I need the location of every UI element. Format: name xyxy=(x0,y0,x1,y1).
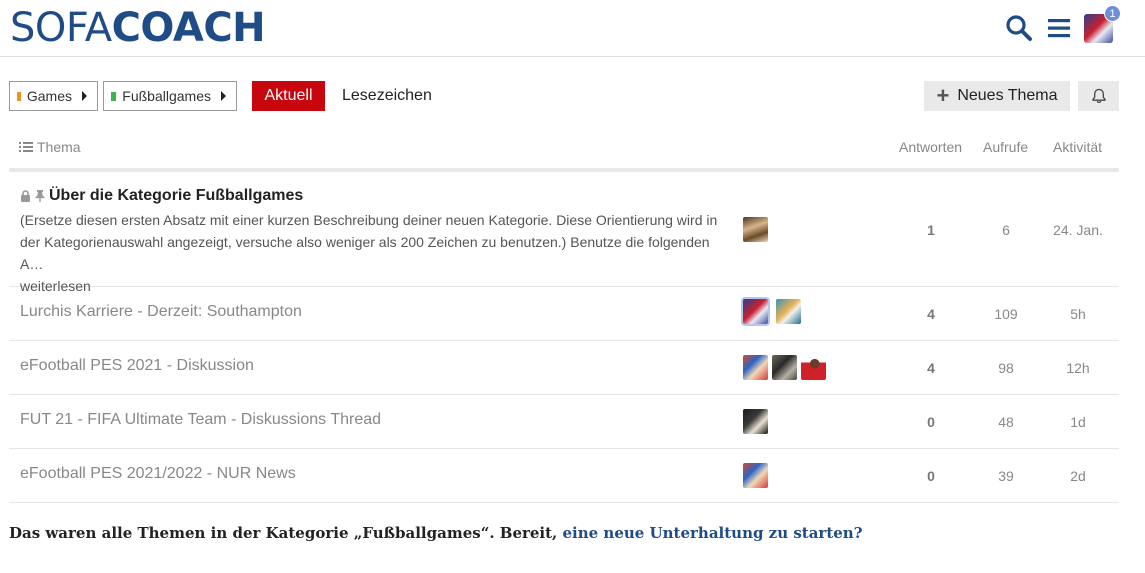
column-header-views[interactable]: Aufrufe xyxy=(983,139,1028,155)
new-topic-label: Neues Thema xyxy=(957,87,1058,104)
poster-avatar[interactable] xyxy=(743,409,768,434)
views-count: 109 xyxy=(994,306,1018,322)
caret-right-icon xyxy=(221,91,226,101)
new-topic-button[interactable]: + Neues Thema xyxy=(924,81,1070,111)
site-logo[interactable]: SOFACOACH xyxy=(10,5,266,51)
poster-avatar[interactable] xyxy=(772,355,797,380)
breadcrumb-games[interactable]: Games xyxy=(9,81,98,111)
topic-row: FUT 21 - FIFA Ultimate Team - Diskussion… xyxy=(9,395,1119,449)
posters xyxy=(743,217,768,242)
end-of-topics-message: Das waren alle Themen in der Kategorie „… xyxy=(9,524,863,542)
topic-row: Lurchis Karriere - Derzeit: Southampton … xyxy=(9,287,1119,341)
topic-row: eFootball PES 2021 - Diskussion 4 98 12h xyxy=(9,341,1119,395)
hamburger-menu-icon[interactable] xyxy=(1046,14,1074,42)
poster-avatar[interactable] xyxy=(743,299,768,324)
topic-row: eFootball PES 2021/2022 - NUR News 0 39 … xyxy=(9,449,1119,503)
views-count: 39 xyxy=(998,468,1014,484)
pinned-topic-excerpt: (Ersetze diesen ersten Absatz mit einer … xyxy=(20,209,736,297)
search-icon[interactable] xyxy=(1005,14,1033,42)
logo-part-2: COACH xyxy=(111,5,266,51)
poster-avatar[interactable] xyxy=(776,299,801,324)
topic-title-link[interactable]: FUT 21 - FIFA Ultimate Team - Diskussion… xyxy=(20,411,381,429)
breadcrumb-fussballgames[interactable]: Fußballgames xyxy=(103,81,237,111)
column-header-topic[interactable]: Thema xyxy=(19,139,81,155)
activity-time[interactable]: 1d xyxy=(1049,414,1107,430)
lock-icon xyxy=(21,190,30,202)
replies-count[interactable]: 0 xyxy=(905,468,957,484)
activity-time[interactable]: 2d xyxy=(1049,468,1107,484)
column-header-replies[interactable]: Antworten xyxy=(899,139,962,155)
topic-row-pinned: Über die Kategorie Fußballgames (Ersetze… xyxy=(9,172,1119,294)
replies-count[interactable]: 4 xyxy=(905,306,957,322)
posters xyxy=(743,463,768,488)
views-count: 48 xyxy=(998,414,1014,430)
column-header-topic-label: Thema xyxy=(37,139,81,155)
replies-count[interactable]: 1 xyxy=(905,222,957,238)
category-color-square xyxy=(111,91,117,101)
pin-icon xyxy=(35,190,45,202)
excerpt-text: (Ersetze diesen ersten Absatz mit einer … xyxy=(20,212,718,272)
activity-time[interactable]: 12h xyxy=(1049,360,1107,376)
category-color-square xyxy=(17,91,21,101)
caret-right-icon xyxy=(82,91,87,101)
views-count: 98 xyxy=(998,360,1014,376)
notification-level-button[interactable] xyxy=(1078,81,1119,111)
list-icon xyxy=(19,142,33,152)
start-conversation-link[interactable]: eine neue Unterhaltung zu starten? xyxy=(563,524,863,542)
pinned-topic-title-link[interactable]: Über die Kategorie Fußballgames xyxy=(20,187,303,205)
bell-icon xyxy=(1091,88,1106,104)
breadcrumb-label: Fußballgames xyxy=(122,88,211,104)
poster-avatar[interactable] xyxy=(743,217,768,242)
replies-count[interactable]: 4 xyxy=(905,360,957,376)
breadcrumb-label: Games xyxy=(26,88,72,104)
poster-avatar[interactable] xyxy=(743,355,768,380)
posters xyxy=(743,409,768,434)
footer-text: Das waren alle Themen in der Kategorie „… xyxy=(9,524,563,542)
posters xyxy=(743,355,826,380)
pinned-topic-title: Über die Kategorie Fußballgames xyxy=(49,187,304,204)
notification-badge[interactable]: 1 xyxy=(1104,5,1121,22)
plus-icon: + xyxy=(936,83,950,108)
views-count: 6 xyxy=(1002,222,1010,238)
activity-time[interactable]: 5h xyxy=(1049,306,1107,322)
topic-title-link[interactable]: eFootball PES 2021/2022 - NUR News xyxy=(20,465,296,483)
tab-lesezeichen[interactable]: Lesezeichen xyxy=(335,81,439,111)
posters xyxy=(743,299,801,324)
topic-title-link[interactable]: Lurchis Karriere - Derzeit: Southampton xyxy=(20,303,302,321)
activity-time[interactable]: 24. Jan. xyxy=(1049,222,1107,238)
logo-part-1: SOFA xyxy=(10,5,112,51)
replies-count[interactable]: 0 xyxy=(905,414,957,430)
tab-aktuell[interactable]: Aktuell xyxy=(252,81,325,111)
poster-avatar[interactable] xyxy=(801,355,826,380)
topic-title-link[interactable]: eFootball PES 2021 - Diskussion xyxy=(20,357,254,375)
poster-avatar[interactable] xyxy=(743,463,768,488)
site-header: SOFACOACH 1 xyxy=(0,0,1145,57)
column-header-activity[interactable]: Aktivität xyxy=(1053,139,1102,155)
